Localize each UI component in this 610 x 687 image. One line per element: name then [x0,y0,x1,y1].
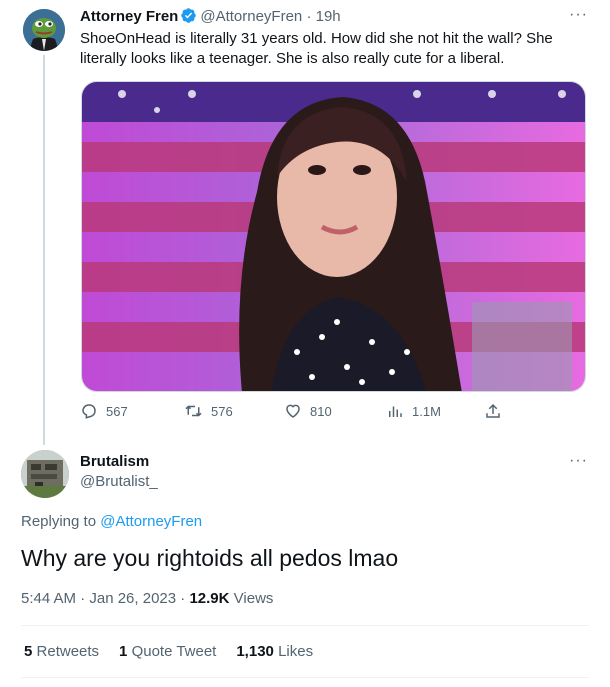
retweets-count: 5 [24,643,33,660]
tweet-meta: 5:44 AM · Jan 26, 2023 · 12.9K Views [21,589,273,609]
thread-line [43,55,45,445]
tweet-text: Why are you rightoids all pedos lmao [21,545,399,571]
tweet-text: ShoeOnHead is literally 31 years old. Ho… [80,30,553,67]
views-label: Views [233,590,274,607]
views-button[interactable]: 1.1M [386,402,441,420]
replying-to-link[interactable]: @AttorneyFren [100,513,202,530]
retweets-stat[interactable]: 5 Retweets [24,642,99,662]
more-options-icon[interactable]: ··· [569,452,588,470]
divider [21,677,589,678]
verified-badge-icon [180,7,197,30]
retweet-icon [185,405,202,417]
pepe-frog-avatar-icon [23,9,65,51]
avatar[interactable] [21,450,69,498]
author-name[interactable]: Brutalism [80,452,149,472]
tweet-media[interactable] [81,81,586,392]
tweet-stats: 5 Retweets 1 Quote Tweet 1,130 Likes [24,642,313,662]
author-name[interactable]: Attorney Fren [80,8,178,25]
tweet-time[interactable]: 19h [316,8,341,25]
like-count: 810 [310,403,332,419]
time-separator: · [306,8,312,25]
share-icon [486,403,500,418]
tweet-header: Attorney Fren @AttorneyFren · 19h [80,7,341,30]
author-handle[interactable]: @Brutalist_ [80,472,158,492]
retweet-count: 576 [211,403,233,419]
reply-button[interactable]: 567 [80,402,128,420]
retweet-button[interactable]: 576 [184,402,233,420]
divider [21,625,589,626]
retweets-label: Retweets [36,643,100,660]
reply-count: 567 [106,403,128,419]
quotes-count: 1 [119,643,128,660]
more-options-icon[interactable]: ··· [569,6,588,24]
brutalist-building-avatar-icon [21,450,69,498]
like-button[interactable]: 810 [284,402,332,420]
parent-tweet[interactable]: Attorney Fren @AttorneyFren · 19h ··· Sho… [0,0,610,445]
replying-to: Replying to @AttorneyFren [21,512,202,532]
photo-woman-flag-icon [82,82,585,391]
quotes-stat[interactable]: 1 Quote Tweet [119,642,216,662]
author-handle[interactable]: @AttorneyFren [200,8,302,25]
share-button[interactable] [484,402,502,420]
views-count: 1.1M [412,403,441,419]
tweet-actions: 567 576 810 1.1M [80,402,520,428]
likes-count: 1,130 [236,643,274,660]
replying-prefix: Replying to [21,513,97,530]
likes-stat[interactable]: 1,130 Likes [236,642,313,662]
views-chart-icon [389,406,402,417]
views-count: 12.9K [189,590,230,607]
quotes-label: Quote Tweet [131,643,217,660]
heart-icon [286,404,300,418]
reply-icon [82,404,96,419]
likes-label: Likes [278,643,314,660]
tweet-timestamp[interactable]: 5:44 AM · Jan 26, 2023 · [21,590,185,607]
avatar[interactable] [23,9,65,51]
